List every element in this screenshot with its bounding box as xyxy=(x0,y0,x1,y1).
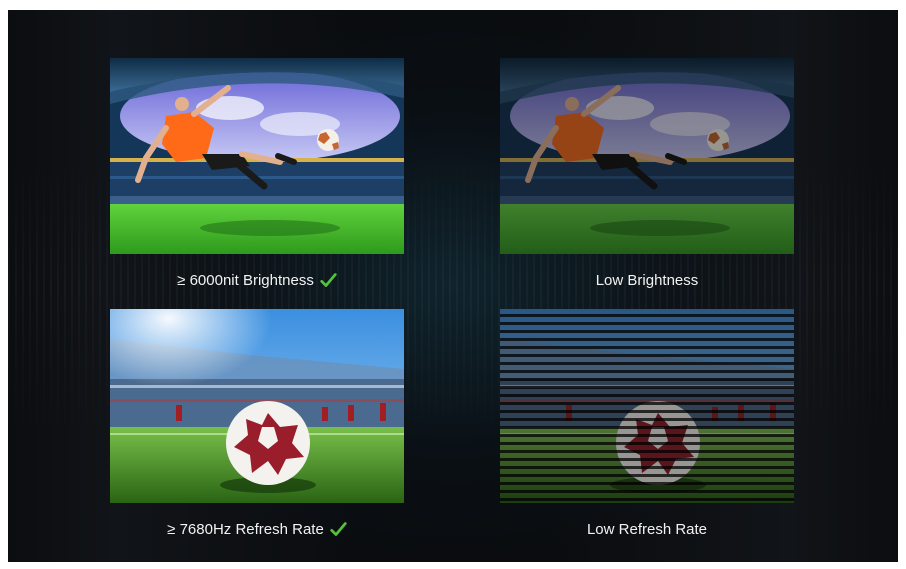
scan-lines xyxy=(500,309,794,503)
high-refresh-photo xyxy=(110,309,404,503)
check-icon xyxy=(320,273,337,287)
high-brightness-photo xyxy=(110,58,404,254)
comparison-slide: ≥ 6000nit Brightness Low Brightness ≥ 76… xyxy=(8,10,898,562)
low-brightness-label: Low Brightness xyxy=(595,272,699,289)
high-refresh-caption: ≥ 7680Hz Refresh Rate xyxy=(110,521,404,538)
high-brightness-label: ≥ 6000nit Brightness xyxy=(177,272,314,289)
high-brightness-caption: ≥ 6000nit Brightness xyxy=(110,272,404,289)
high-refresh-label: ≥ 7680Hz Refresh Rate xyxy=(167,521,324,538)
low-refresh-label: Low Refresh Rate xyxy=(586,521,708,538)
low-brightness-caption: Low Brightness xyxy=(500,272,794,289)
low-refresh-caption: Low Refresh Rate xyxy=(500,521,794,538)
low-brightness-photo xyxy=(500,58,794,254)
low-refresh-photo xyxy=(500,309,794,503)
check-icon xyxy=(330,522,347,536)
